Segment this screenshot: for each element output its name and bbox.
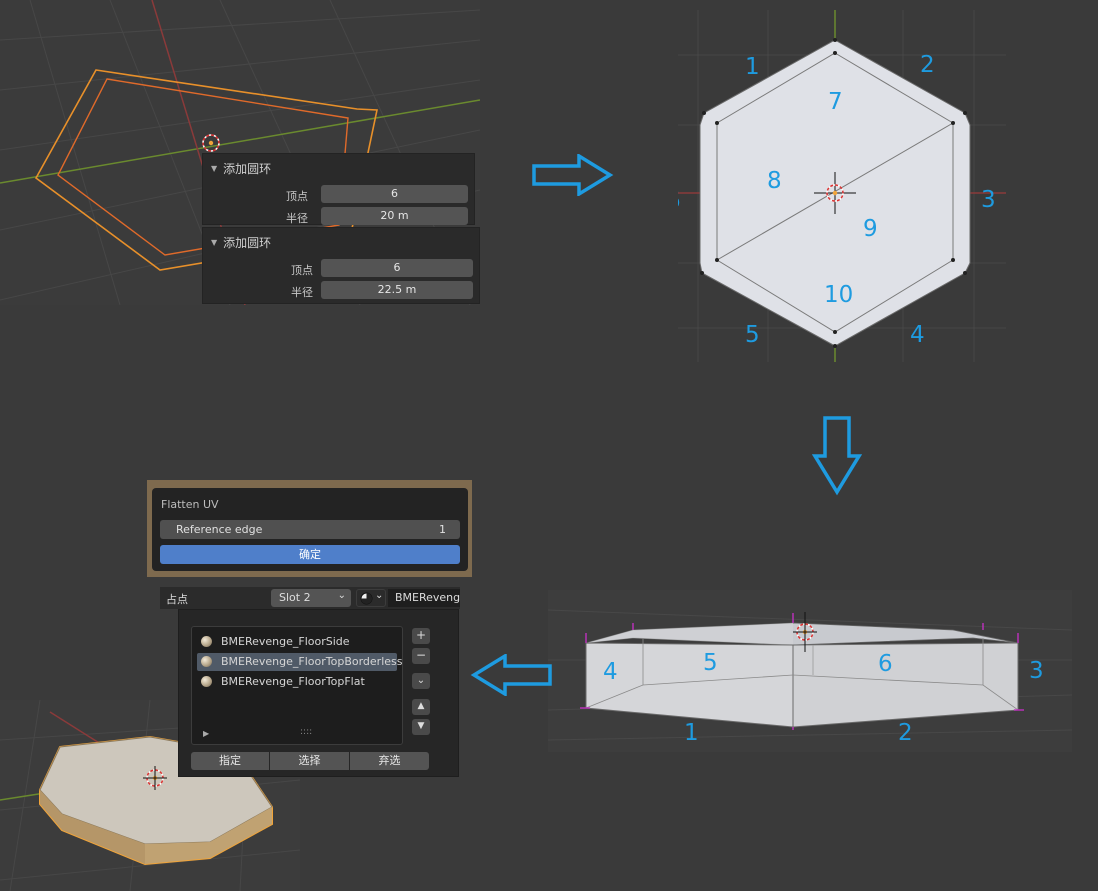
plus-icon[interactable]: + [412,628,430,644]
vertex-label-2: 2 [920,52,935,78]
expand-triangle-icon[interactable]: ▶ [203,729,209,738]
add-circle-panel-b: ▼ 添加圆环 顶点 6 半径 22.5 m [202,227,480,304]
side-label-5: 5 [703,650,718,676]
viewport-step2[interactable]: 1 2 3 4 5 6 7 8 9 10 [678,10,1006,362]
slot-name: BMERevenge_FloorSide [221,635,350,648]
material-name-field[interactable]: BMERevenge [388,589,460,607]
reference-edge-label: Reference edge [176,523,263,536]
vertex-label-1: 1 [745,54,760,80]
shading-sphere-button[interactable]: ⌄ [356,589,386,607]
shading-sphere-icon [360,592,373,605]
slot-select-value: Slot 2 [279,591,311,604]
vertices-label: 顶点 [291,264,313,277]
slot-name: BMERevenge_FloorTopFlat [221,675,365,688]
radius-label: 半径 [286,212,308,225]
material-sphere-icon [201,676,212,687]
move-down-icon[interactable]: ▼ [412,719,430,735]
radius-label: 半径 [291,286,313,299]
add-circle-panel-a: ▼ 添加圆环 顶点 6 半径 20 m [202,153,475,225]
vertex-label-3: 3 [981,187,996,213]
list-item[interactable]: BMERevenge_FloorSide [197,633,397,651]
flatten-uv-popup: Flatten UV Reference edge 1 确定 [147,480,472,577]
vertex-label-5: 5 [745,322,760,348]
side-label-1: 1 [684,720,699,746]
vertices-field[interactable]: 6 [321,185,468,203]
list-item[interactable]: BMERevenge_FloorTopBorderless [197,653,403,671]
panel-b-title: 添加圆环 [223,236,272,250]
material-header: 占点 Slot 2 ⌄ ⌄ BMERevenge [160,587,460,609]
side-label-2: 2 [898,720,913,746]
material-name-value: BMERevenge [395,591,460,604]
material-slot-panel: BMERevenge_FloorSide BMERevenge_FloorTop… [178,609,459,777]
face-label-9: 9 [863,216,878,242]
radius-field[interactable]: 22.5 m [321,281,473,299]
material-sphere-icon [201,636,212,647]
confirm-button[interactable]: 确定 [160,545,460,564]
chevron-down-icon: ⌄ [337,590,346,601]
viewport-step3[interactable]: 4 5 6 3 1 2 [548,590,1072,752]
down-arrow-icon [812,416,862,496]
panel-a-header[interactable]: ▼ 添加圆环 [211,160,271,177]
slot-select[interactable]: Slot 2 ⌄ [271,589,351,607]
reference-edge-value: 1 [439,523,446,536]
material-sphere-icon [201,656,212,667]
side-label-3: 3 [1029,658,1044,684]
header-partial-label: 占点 [166,593,188,606]
reference-edge-field[interactable]: Reference edge 1 [160,520,460,539]
chevron-down-icon: ⌄ [375,590,384,601]
panel-b-header[interactable]: ▼ 添加圆环 [211,234,271,251]
material-slot-list[interactable]: BMERevenge_FloorSide BMERevenge_FloorTop… [191,626,403,745]
flatten-uv-title: Flatten UV [161,498,219,511]
vertex-label-6: 6 [678,188,681,214]
radius-field[interactable]: 20 m [321,207,468,225]
collapse-triangle-icon[interactable]: ▼ [211,164,217,173]
vertices-label: 顶点 [286,190,308,203]
minus-icon[interactable]: − [412,648,430,664]
vertex-label-4: 4 [910,322,925,348]
deselect-button[interactable]: 弃选 [350,752,429,770]
side-label-6: 6 [878,651,893,677]
left-arrow-icon [470,654,552,696]
side-label-4: 4 [603,659,618,685]
vertices-field[interactable]: 6 [321,259,473,277]
slot-name: BMERevenge_FloorTopBorderless [221,655,403,668]
resize-grip-icon[interactable]: :::: [300,727,312,737]
panel-a-title: 添加圆环 [223,162,272,176]
collapse-triangle-icon[interactable]: ▼ [211,238,217,247]
face-label-10: 10 [824,282,853,308]
right-arrow-icon [532,154,614,196]
face-label-7: 7 [828,89,843,115]
assign-button[interactable]: 指定 [191,752,269,770]
list-item[interactable]: BMERevenge_FloorTopFlat [197,673,397,691]
select-button[interactable]: 选择 [270,752,349,770]
face-label-8: 8 [767,168,782,194]
chevron-down-icon[interactable]: ⌄ [412,673,430,689]
move-up-icon[interactable]: ▲ [412,699,430,715]
